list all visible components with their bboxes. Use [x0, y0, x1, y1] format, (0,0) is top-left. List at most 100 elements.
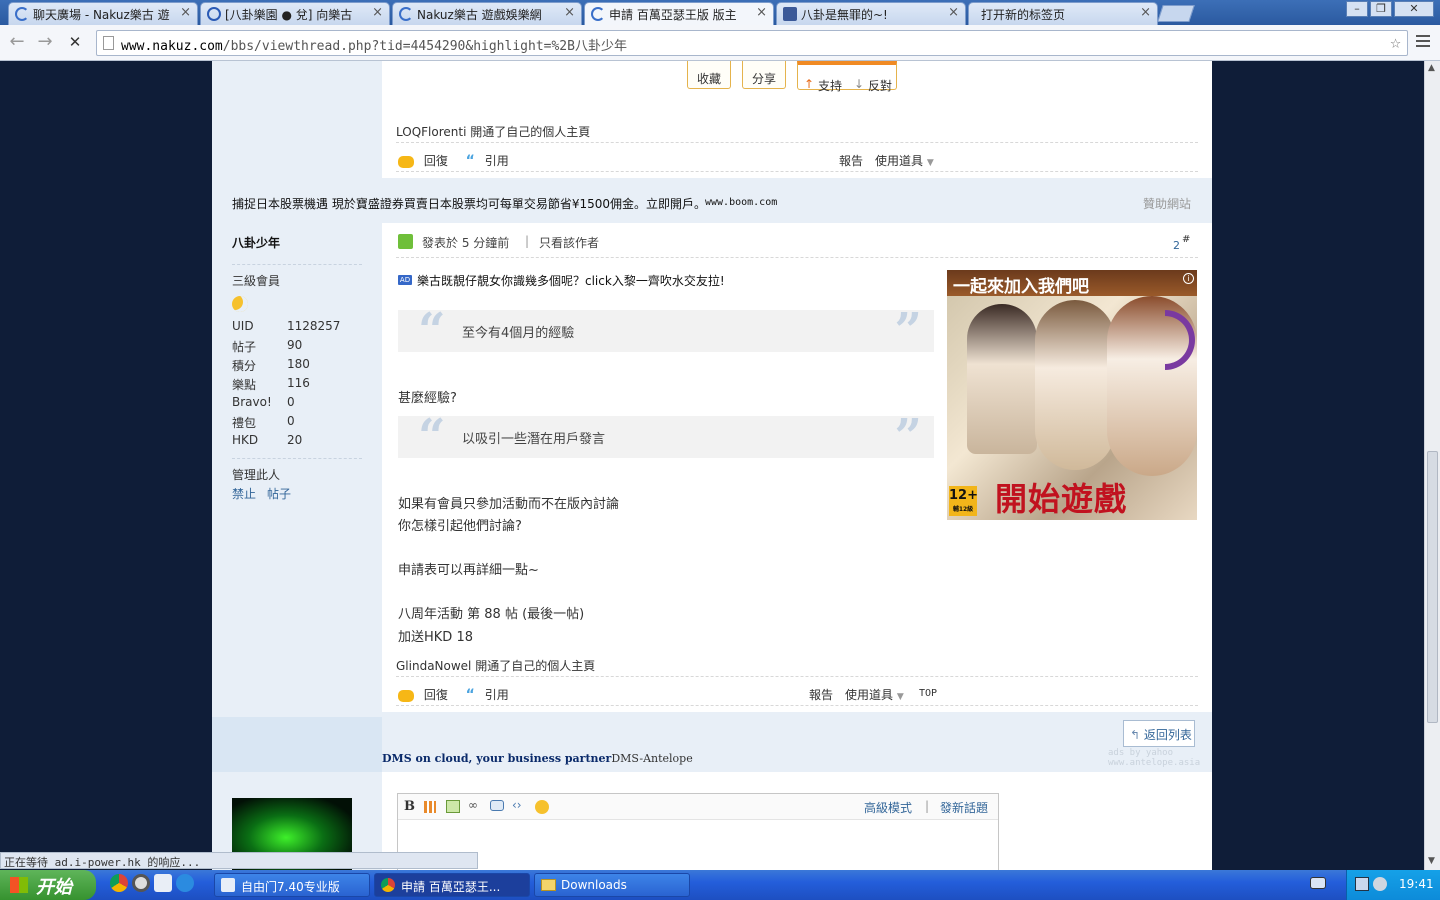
divider — [396, 171, 1198, 172]
tab-chat-plaza[interactable]: 聊天廣場 - Nakuz樂古 遊 × — [8, 2, 198, 25]
post-time: 發表於 5 分鐘前 — [422, 236, 510, 250]
info-icon[interactable]: i — [1183, 273, 1194, 284]
ie-icon[interactable] — [176, 874, 194, 892]
support-button[interactable]: 支持 — [818, 77, 842, 94]
report-link[interactable]: 報告 — [839, 152, 863, 169]
new-topic-link[interactable]: 發新話題 — [940, 799, 988, 816]
tab-facebook-gossip[interactable]: 八卦是無罪的~! × — [776, 2, 966, 25]
share-button[interactable]: 分享 — [742, 61, 786, 89]
image-icon[interactable] — [446, 800, 460, 813]
sponsor-url[interactable]: www.boom.com — [705, 197, 777, 208]
color-icon[interactable] — [424, 801, 436, 813]
freegate-icon — [221, 878, 235, 892]
divider — [396, 705, 1198, 706]
back-arrow-icon[interactable]: ← — [6, 33, 28, 53]
back-to-list-button[interactable]: ↰ 返回列表 — [1123, 720, 1195, 747]
close-icon[interactable]: × — [372, 5, 383, 20]
footer-ad[interactable]: DMS on cloud, your business partnerDMS-A… — [382, 752, 693, 765]
show-desktop-icon[interactable] — [154, 874, 172, 892]
new-tab-button[interactable] — [1157, 5, 1195, 22]
globe-icon — [207, 7, 221, 21]
volume-icon[interactable] — [1373, 877, 1387, 891]
stat-key: 帖子 — [232, 340, 257, 354]
up-arrow-icon: ↑ — [804, 77, 815, 91]
reply-link[interactable]: 回復 — [424, 688, 448, 702]
close-icon[interactable]: × — [564, 5, 575, 20]
scroll-down-icon[interactable]: ▼ — [1428, 856, 1435, 866]
author-rank: 三級會員 — [232, 274, 281, 288]
game-ad-banner[interactable]: 一起來加入我們吧 i 12+ 輔12級 開始遊戲 — [947, 270, 1197, 520]
page-icon — [103, 36, 114, 50]
ad-link[interactable]: 樂古既靚仔靚女你識幾多個呢？click入黎一齊吹水交友拉! — [417, 272, 725, 289]
quote-icon: “ — [465, 687, 475, 703]
close-icon[interactable]: × — [756, 5, 767, 20]
close-quote-icon: ” — [894, 303, 922, 359]
report-link[interactable]: 報告 — [809, 686, 833, 703]
forward-arrow-icon[interactable]: → — [34, 33, 56, 53]
sponsor-text[interactable]: 捕捉日本股票機遇 現於寶盛證券買賣日本股票均可每單交易節省¥1500佣金。立即開… — [232, 195, 706, 212]
menu-icon[interactable] — [1416, 35, 1430, 49]
tab-nakuz-home[interactable]: Nakuz樂古 遊戲娛樂網 × — [392, 2, 582, 25]
stat-key: Bravo! — [232, 395, 272, 409]
close-icon[interactable]: × — [1140, 5, 1151, 20]
tab-new-tab[interactable]: 打开新的标签页 × — [968, 2, 1158, 25]
start-button[interactable]: 开始 — [0, 870, 96, 900]
bold-icon[interactable]: B — [404, 799, 415, 814]
scroll-up-icon[interactable]: ▲ — [1428, 63, 1435, 73]
scrollbar-thumb[interactable] — [1427, 451, 1438, 723]
star-icon[interactable]: ☆ — [1390, 32, 1401, 53]
network-icon[interactable] — [1355, 877, 1369, 891]
task-label: Downloads — [561, 878, 627, 892]
tab-gossip-park[interactable]: [八卦樂園 ● 兌] 向樂古 × — [200, 2, 390, 25]
task-downloads[interactable]: Downloads — [534, 873, 690, 897]
only-author-link[interactable]: 只看該作者 — [539, 234, 599, 251]
age-rating-badge: 12+ 輔12級 — [949, 486, 978, 516]
close-icon[interactable]: × — [948, 5, 959, 20]
chrome-icon — [381, 878, 395, 892]
chevron-down-icon: ▼ — [926, 158, 934, 168]
footer-left-block — [212, 717, 382, 772]
oppose-button[interactable]: 反對 — [868, 77, 892, 94]
reply-link[interactable]: 回復 — [424, 154, 448, 168]
quote-tool-icon[interactable] — [490, 800, 504, 811]
minimize-button[interactable]: – — [1346, 1, 1368, 17]
facebook-icon — [783, 7, 797, 21]
favorite-button[interactable]: 收藏 — [687, 61, 731, 89]
task-label: 自由门7.40专业版 — [241, 880, 340, 894]
author-name[interactable]: 八卦少年 — [232, 234, 280, 251]
stop-icon[interactable]: ✕ — [64, 33, 86, 53]
keyboard-icon[interactable] — [1310, 877, 1326, 889]
tools-dropdown[interactable]: 使用道具 ▼ — [845, 686, 904, 703]
quick-reply-editor[interactable]: B ∞ ‹› 高級模式 | 發新話題 — [397, 793, 999, 873]
back-to-list-label: 返回列表 — [1143, 728, 1192, 742]
tab-moderator-application[interactable]: 申請 百萬亞瑟王版 版主 × — [584, 2, 774, 25]
restore-button[interactable]: ❐ — [1370, 1, 1392, 17]
code-icon[interactable]: ‹› — [512, 798, 522, 812]
tools-dropdown[interactable]: 使用道具 ▼ — [875, 152, 934, 169]
advanced-mode-link[interactable]: 高級模式 — [864, 799, 912, 816]
link-icon[interactable]: ∞ — [468, 798, 478, 812]
editor-separator: | — [925, 799, 930, 813]
task-freegate[interactable]: 自由门7.40专业版 — [214, 873, 370, 897]
vertical-scrollbar[interactable]: ▲ ▼ — [1424, 61, 1440, 870]
close-icon[interactable]: × — [180, 5, 191, 20]
quote-link[interactable]: 引用 — [485, 154, 509, 168]
quote-link[interactable]: 引用 — [485, 688, 509, 702]
close-window-button[interactable]: ✕ — [1394, 1, 1434, 17]
chrome-icon[interactable] — [110, 874, 128, 892]
task-chrome-window[interactable]: 申請 百萬亞瑟王... — [374, 873, 530, 897]
ban-link[interactable]: 禁止 — [232, 485, 256, 502]
top-link[interactable]: TOP — [919, 688, 937, 699]
address-bar[interactable]: www.nakuz.com/bbs/viewthread.php?tid=445… — [96, 30, 1408, 56]
divider — [396, 142, 1198, 143]
posts-link[interactable]: 帖子 — [267, 485, 291, 502]
media-player-icon[interactable] — [132, 874, 150, 892]
rating-label: 12+ — [949, 488, 978, 503]
floor-number[interactable]: 2 — [1173, 239, 1180, 252]
smiley-icon[interactable] — [535, 800, 549, 814]
quote-text: 至今有4個月的經驗 — [462, 326, 575, 341]
header-separator: | — [525, 234, 530, 248]
clock[interactable]: 19:41 — [1399, 877, 1434, 891]
loading-icon — [15, 7, 29, 21]
quote-block: “ 以吸引一些潛在用戶發言 ” — [398, 413, 934, 461]
